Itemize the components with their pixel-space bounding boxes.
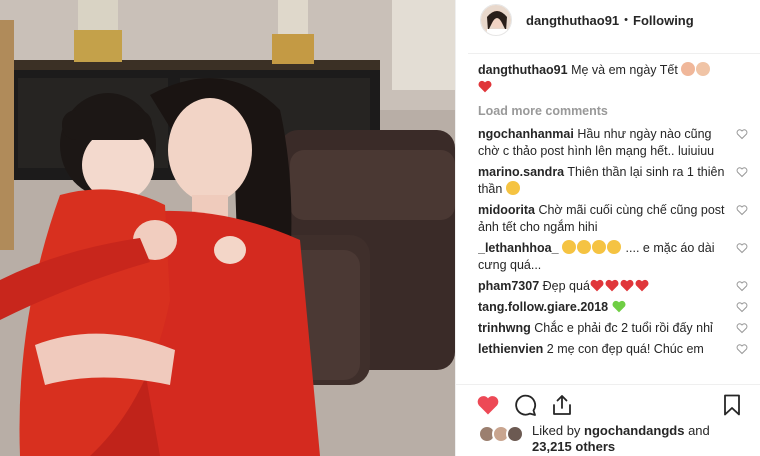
comment-username[interactable]: pham7307 <box>478 279 539 293</box>
post-photo[interactable] <box>0 0 455 456</box>
comment-like-icon[interactable] <box>736 301 748 313</box>
following-button[interactable]: Following <box>633 13 694 28</box>
caption-username[interactable]: dangthuthao91 <box>478 63 568 77</box>
liked-by-user[interactable]: ngochandangds <box>584 423 684 438</box>
header-divider <box>468 53 760 54</box>
post-side-panel: dangthuthao91 • Following dangthuthao91 … <box>455 0 760 456</box>
red-heart-emoji-icon <box>605 279 619 292</box>
comment-icon[interactable] <box>513 393 537 417</box>
comments-list[interactable]: dangthuthao91 Mẹ và em ngày Tết Load mor… <box>478 62 748 384</box>
comment-item: midoorita Chờ mãi cuối cùng chế cũng pos… <box>478 202 748 236</box>
comment-like-icon[interactable] <box>736 128 748 140</box>
comment-text: 2 mẹ con đẹp quá! Chúc em <box>546 342 704 356</box>
comment-like-icon[interactable] <box>736 280 748 292</box>
smile-emoji-icon <box>562 240 577 254</box>
emoji-face-icon <box>681 62 696 76</box>
likes-summary: Liked by ngochandangds and 23,215 others <box>478 423 710 455</box>
post-username[interactable]: dangthuthao91 <box>526 13 619 28</box>
comment-like-icon[interactable] <box>736 166 748 178</box>
liked-by-prefix: Liked by <box>532 423 581 438</box>
smile-emoji-icon <box>577 240 592 254</box>
post-image <box>0 0 455 456</box>
likes-count[interactable]: 23,215 others <box>532 439 615 454</box>
comment-item: lethienvien 2 mẹ con đẹp quá! Chúc em <box>478 341 748 358</box>
comment-like-icon[interactable] <box>736 242 748 254</box>
heart-icon[interactable] <box>476 393 500 417</box>
liked-by-and: and <box>688 423 710 438</box>
smile-emoji-icon <box>592 240 607 254</box>
liker-avatars[interactable] <box>478 423 528 443</box>
comment-username[interactable]: marino.sandra <box>478 165 564 179</box>
red-heart-emoji-icon <box>620 279 634 292</box>
bookmark-icon[interactable] <box>720 393 744 417</box>
emoji-face-icon <box>696 62 711 76</box>
comment-item: _lethanhhoa_ .... e mặc áo dài cưng quá.… <box>478 240 748 274</box>
comment-username[interactable]: tang.follow.giare.2018 <box>478 300 608 314</box>
comment-like-icon[interactable] <box>736 322 748 334</box>
kiss-emoji-icon <box>505 181 520 195</box>
red-heart-emoji-icon <box>590 279 604 292</box>
comment-username[interactable]: midoorita <box>478 203 535 217</box>
red-heart-emoji-icon <box>478 80 492 93</box>
comment-username[interactable]: lethienvien <box>478 342 543 356</box>
caption: dangthuthao91 Mẹ và em ngày Tết <box>478 62 748 96</box>
post-actions: Liked by ngochandangds and 23,215 others <box>456 384 760 456</box>
post-header: dangthuthao91 • Following <box>456 0 760 40</box>
comment-item: marino.sandra Thiên thần lại sinh ra 1 t… <box>478 164 748 198</box>
comment-like-icon[interactable] <box>736 343 748 355</box>
comment-item: trinhwng Chắc e phải đc 2 tuổi rồi đấy n… <box>478 320 748 337</box>
caption-text: Mẹ và em ngày Tết <box>571 63 678 77</box>
liker-avatar <box>506 425 524 443</box>
comment-item: pham7307 Đẹp quá <box>478 278 748 295</box>
smile-emoji-icon <box>607 240 622 254</box>
comment-like-icon[interactable] <box>736 204 748 216</box>
comment-item: tang.follow.giare.2018 <box>478 299 748 316</box>
red-heart-emoji-icon <box>635 279 649 292</box>
comment-text: Đẹp quá <box>542 279 590 293</box>
avatar[interactable] <box>480 4 512 36</box>
load-more-comments[interactable]: Load more comments <box>478 102 748 120</box>
comment-username[interactable]: trinhwng <box>478 321 531 335</box>
separator-dot: • <box>624 14 629 26</box>
comment-username[interactable]: _lethanhhoa_ <box>478 241 559 255</box>
comment-username[interactable]: ngochanhanmai <box>478 127 574 141</box>
green-heart-emoji-icon <box>612 300 626 313</box>
avatar-image <box>481 5 511 35</box>
share-icon[interactable] <box>550 393 574 417</box>
comment-text: Chắc e phải đc 2 tuổi rồi đấy nhỉ <box>534 321 713 335</box>
comment-item: ngochanhanmai Hầu như ngày nào cũng chờ … <box>478 126 748 160</box>
liked-by-text: Liked by ngochandangds and 23,215 others <box>532 423 710 455</box>
